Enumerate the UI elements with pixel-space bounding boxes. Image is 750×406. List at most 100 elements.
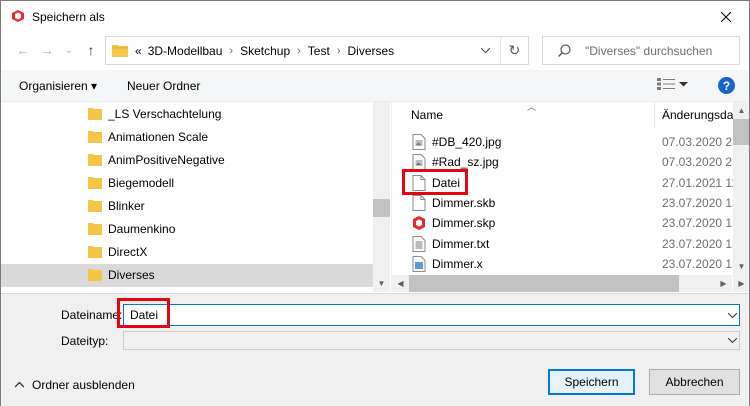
refresh-button[interactable]: ↻: [500, 37, 528, 64]
search-icon: [558, 44, 571, 57]
tree-item-ls-verschachtelung[interactable]: _LS Verschachtelung: [1, 103, 373, 126]
refresh-icon: ↻: [508, 42, 521, 58]
scroll-right-arrow-icon[interactable]: ▶: [715, 275, 732, 292]
chevron-up-icon: [15, 382, 24, 388]
scroll-right-arrow-icon[interactable]: ▶: [733, 275, 749, 292]
chevron-right-icon[interactable]: ›: [225, 45, 237, 57]
recent-locations-button[interactable]: ⌄: [61, 42, 77, 58]
breadcrumb-diverses[interactable]: Diverses: [344, 44, 397, 58]
tree-scrollbar[interactable]: ▼: [373, 102, 390, 292]
tree-item-label: Biegemodell: [108, 176, 175, 190]
folder-icon: [88, 269, 102, 281]
file-row[interactable]: Dimmer.skp 23.07.2020 13:: [392, 213, 742, 233]
file-date: 07.03.2020 23:: [662, 135, 743, 149]
x-file-icon: [412, 256, 426, 272]
scroll-left-arrow-icon[interactable]: ◀: [392, 275, 409, 292]
search-input[interactable]: "Diverses" durchsuchen: [585, 44, 712, 58]
search-box[interactable]: "Diverses" durchsuchen: [542, 36, 740, 65]
tree-item-biegemodell[interactable]: Biegemodell: [1, 172, 373, 195]
tree-item-directx[interactable]: DirectX: [1, 241, 373, 264]
chevron-right-icon[interactable]: ›: [333, 45, 345, 57]
tree-item-label: DirectX: [108, 245, 148, 259]
title-bar: Speichern als: [1, 1, 749, 33]
file-row[interactable]: #DB_420.jpg 07.03.2020 23:: [392, 132, 742, 152]
column-header-name[interactable]: Name: [411, 108, 443, 134]
file-name: #DB_420.jpg: [432, 135, 502, 149]
file-list-horizontal-scrollbar[interactable]: ◀ ▶: [392, 275, 732, 292]
forward-button[interactable]: →: [39, 42, 55, 58]
horizontal-scrollbar-thumb[interactable]: [409, 275, 679, 292]
filetype-label: Dateityp:: [61, 334, 109, 348]
tree-item-daumenkino[interactable]: Daumenkino: [1, 218, 373, 241]
breadcrumb-overflow[interactable]: «: [132, 44, 145, 58]
forward-arrow-icon: →: [40, 42, 54, 58]
file-list-scrollbar-thumb[interactable]: [733, 119, 749, 145]
text-file-icon: [412, 236, 426, 252]
breadcrumb-3d-modellbau[interactable]: 3D-Modellbau: [145, 44, 226, 58]
highlight-box-file-datei: [402, 169, 468, 195]
file-date: 23.07.2020 13:: [662, 196, 743, 210]
sort-ascending-icon: ︿: [527, 102, 537, 112]
folder-icon: [88, 108, 102, 120]
tree-item-label: Blinker: [108, 199, 145, 213]
breadcrumb-test[interactable]: Test: [305, 44, 333, 58]
tree-item-label: _LS Verschachtelung: [108, 107, 222, 121]
breadcrumb-sketchup[interactable]: Sketchup: [237, 44, 293, 58]
file-list: ︿ Name Änderungsda #DB_420.jpg 07.03.202…: [391, 102, 749, 292]
tree-scrollbar-thumb[interactable]: [373, 199, 390, 217]
close-button[interactable]: [703, 1, 749, 33]
chevron-down-icon[interactable]: [728, 338, 737, 343]
save-as-dialog: Speichern als ← → ⌄ ↑ « 3D-Modellbau › S…: [0, 0, 750, 406]
file-row[interactable]: Dimmer.txt 23.07.2020 13:: [392, 234, 742, 254]
organize-button[interactable]: Organisieren ▾: [19, 79, 97, 93]
tree-item-blinker[interactable]: Blinker: [1, 195, 373, 218]
filetype-select[interactable]: [123, 331, 740, 350]
blank-file-icon: [412, 195, 426, 211]
tree-item-animpositivenegative[interactable]: AnimPositiveNegative: [1, 149, 373, 172]
address-bar[interactable]: « 3D-Modellbau › Sketchup › Test › Diver…: [105, 36, 529, 65]
help-button[interactable]: ?: [718, 77, 735, 94]
window-title: Speichern als: [32, 10, 105, 24]
tree-item-label: Animationen Scale: [108, 130, 209, 144]
scroll-down-arrow-icon[interactable]: ▼: [373, 275, 390, 292]
file-row[interactable]: Dimmer.skb 23.07.2020 13:: [392, 193, 742, 213]
tree-item-diverses[interactable]: Diverses: [1, 264, 373, 287]
cancel-button[interactable]: Abbrechen: [649, 369, 740, 395]
chevron-down-icon[interactable]: [728, 313, 737, 318]
hide-folders-button[interactable]: Ordner ausblenden: [15, 378, 135, 392]
scroll-up-arrow-icon[interactable]: ▲: [733, 102, 749, 119]
filename-field[interactable]: Datei: [123, 304, 740, 326]
file-name: Dimmer.x: [432, 257, 483, 271]
file-row[interactable]: Dimmer.x 23.07.2020 13:: [392, 254, 742, 274]
up-arrow-icon: ↑: [87, 42, 95, 58]
chevron-right-icon[interactable]: ›: [293, 45, 305, 57]
breadcrumb: « 3D-Modellbau › Sketchup › Test › Diver…: [132, 44, 397, 58]
folder-icon: [112, 45, 128, 57]
column-header-date[interactable]: Änderungsda: [662, 108, 733, 134]
file-list-scrollbar[interactable]: ▲ ▼ ▶: [733, 102, 749, 292]
tree-item-label: AnimPositiveNegative: [108, 153, 225, 167]
save-options-pane: Dateiname: Datei Dateityp: Ordner ausble…: [1, 293, 749, 406]
cancel-label: Abbrechen: [665, 375, 724, 389]
back-button[interactable]: ←: [15, 42, 31, 58]
scroll-down-arrow-icon[interactable]: ▼: [733, 258, 749, 275]
file-name: Dimmer.skb: [432, 196, 496, 210]
file-name: #Rad_sz.jpg: [432, 155, 499, 169]
file-date: 27.01.2021 11:: [662, 176, 742, 190]
tree-item-animationen-scale[interactable]: Animationen Scale: [1, 126, 373, 149]
new-folder-button[interactable]: Neuer Ordner: [127, 79, 200, 93]
chevron-down-icon: ⌄: [64, 44, 74, 56]
save-label: Speichern: [564, 375, 619, 389]
view-options-button[interactable]: [657, 78, 688, 90]
address-dropdown-button[interactable]: [472, 37, 498, 64]
save-button[interactable]: Speichern: [548, 369, 635, 395]
sketchup-app-icon: [12, 10, 24, 22]
file-date: 23.07.2020 13:: [662, 257, 743, 271]
column-divider[interactable]: [654, 102, 655, 128]
up-button[interactable]: ↑: [83, 42, 99, 58]
image-file-icon: [412, 154, 426, 170]
close-icon: [721, 12, 731, 22]
hide-folders-label: Ordner ausblenden: [32, 378, 135, 392]
file-date: 07.03.2020 23:: [662, 155, 743, 169]
help-icon: ?: [722, 78, 731, 93]
